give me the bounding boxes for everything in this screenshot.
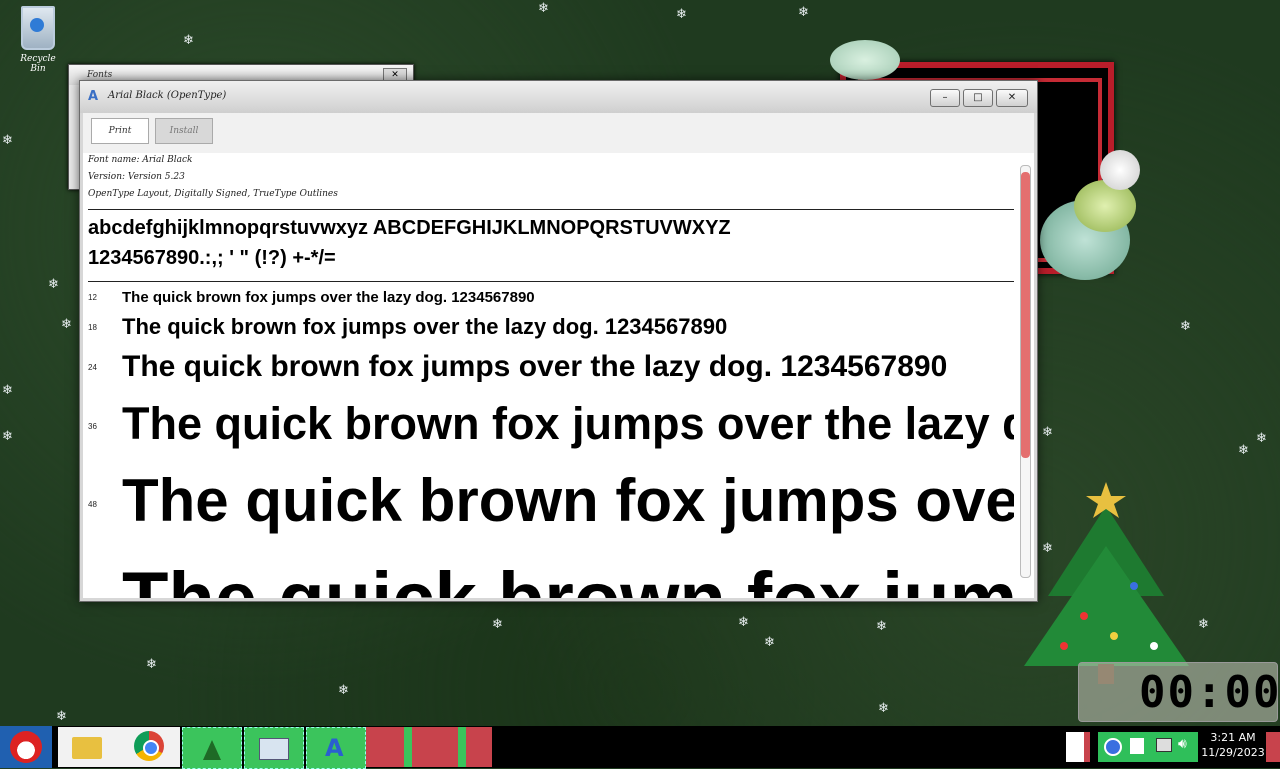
install-button[interactable]: Install xyxy=(155,118,213,144)
snowflake: ❄ xyxy=(56,709,67,724)
sample-text: The quick brown fox jumps over the lazy … xyxy=(122,398,1014,449)
font-viewer-window[interactable]: A Arial Black (OpenType) – □ ✕ Print Ins… xyxy=(79,80,1038,602)
snowflake: ❄ xyxy=(1042,425,1053,440)
taskbar-tree-button[interactable] xyxy=(182,727,242,769)
clock-time: 3:21 AM xyxy=(1210,731,1256,744)
sample-size-label: 12 xyxy=(88,293,97,303)
keyboard-icon xyxy=(259,738,289,760)
volume-icon[interactable]: 🔊︎ xyxy=(1178,736,1187,752)
sample-text: The quick brown fox jumps over the lazy … xyxy=(122,467,1014,534)
vertical-scrollbar[interactable] xyxy=(1020,165,1031,578)
taskbar-slot[interactable] xyxy=(466,727,492,767)
recycle-bin-icon[interactable]: Recycle Bin xyxy=(12,6,64,74)
print-button[interactable]: Print xyxy=(91,118,149,144)
snowflake: ❄ xyxy=(764,635,775,650)
sample-text: The quick brown fox jumps over the lazy … xyxy=(122,557,1014,598)
folder-icon xyxy=(72,737,102,759)
sample-row: 36 The quick brown fox jumps over the laz… xyxy=(83,391,1014,457)
snowflake: ❄ xyxy=(338,683,349,698)
snowflake: ❄ xyxy=(1256,431,1267,446)
divider xyxy=(88,209,1014,210)
taskbar-slot[interactable] xyxy=(366,727,404,767)
scrollbar-thumb[interactable] xyxy=(1021,172,1030,458)
monitor-icon[interactable] xyxy=(1156,738,1172,752)
font-type-line: OpenType Layout, Digitally Signed, TrueT… xyxy=(88,189,338,199)
santa-icon xyxy=(10,731,42,763)
snowflake: ❄ xyxy=(48,277,59,292)
sample-text: The quick brown fox jumps over the lazy … xyxy=(122,289,535,306)
sample-size-label: 60 xyxy=(83,550,122,598)
font-app-icon: A xyxy=(88,89,99,104)
taskbar-chrome-button[interactable] xyxy=(130,727,170,767)
sample-row: 48 The quick brown fox jumps over the laz… xyxy=(83,457,1014,545)
sample-size-label: 24 xyxy=(88,363,97,373)
sample-row: 60The quick brown fox jumps over the laz… xyxy=(83,545,1014,598)
window-title: Arial Black (OpenType) xyxy=(108,90,227,101)
clock-date: 11/29/2023 xyxy=(1201,746,1265,759)
sample-size-label: 36 xyxy=(88,422,97,432)
network-icon[interactable] xyxy=(1104,738,1122,756)
sample-size-label: 48 xyxy=(88,500,97,510)
snowflake: ❄ xyxy=(2,429,13,444)
sample-row: 12 The quick brown fox jumps over the laz… xyxy=(83,287,1014,309)
start-button[interactable] xyxy=(0,726,52,768)
clock[interactable]: 3:21 AM 11/29/2023 xyxy=(1200,730,1266,760)
minimize-button[interactable]: – xyxy=(930,89,960,107)
snowflake: ❄ xyxy=(798,5,809,20)
snowflake: ❄ xyxy=(2,383,13,398)
taskbar-separator xyxy=(458,727,466,767)
taskbar-slot[interactable] xyxy=(412,727,458,767)
show-desktop-button[interactable] xyxy=(1266,732,1280,762)
close-button[interactable]: ✕ xyxy=(996,89,1028,107)
snowflake: ❄ xyxy=(738,615,749,630)
snowflake: ❄ xyxy=(878,701,889,716)
system-tray: 🔊︎ xyxy=(1098,732,1198,762)
recycle-bin-label: Recycle Bin xyxy=(20,54,56,74)
sample-text: The quick brown fox jumps over the lazy … xyxy=(122,314,728,339)
font-icon: A xyxy=(325,734,344,762)
font-name-line: Font name: Arial Black xyxy=(88,155,193,165)
snowflake: ❄ xyxy=(676,7,687,22)
divider xyxy=(88,281,1014,282)
timer-gadget[interactable]: 00:00 xyxy=(1078,662,1280,722)
flag-icon[interactable] xyxy=(1130,738,1144,754)
snowflake: ❄ xyxy=(2,133,13,148)
charset-letters: abcdefghijklmnopqrstuvwxyz ABCDEFGHIJKLM… xyxy=(88,217,731,239)
chrome-icon xyxy=(134,731,164,761)
taskbar-keyboard-button[interactable] xyxy=(244,727,304,769)
title-bar[interactable]: A Arial Black (OpenType) – □ ✕ xyxy=(80,81,1037,113)
show-hidden-icons-button[interactable] xyxy=(1066,732,1090,762)
toolbar: Print Install xyxy=(83,113,1034,154)
snowflake: ❄ xyxy=(492,617,503,632)
flower-decoration xyxy=(830,40,900,80)
snowflake: ❄ xyxy=(538,1,549,16)
sample-row: 18 The quick brown fox jumps over the laz… xyxy=(83,311,1014,343)
snowflake: ❄ xyxy=(1238,443,1249,458)
tree-icon xyxy=(203,740,221,760)
taskbar: A 🔊︎ 3:21 AM 11/29/2023 xyxy=(0,726,1280,769)
maximize-button[interactable]: □ xyxy=(963,89,993,107)
snowflake: ❄ xyxy=(146,657,157,672)
taskbar-separator xyxy=(404,727,412,767)
font-version-line: Version: Version 5.23 xyxy=(88,172,185,182)
trash-icon xyxy=(21,6,55,50)
timer-display: 00:00 xyxy=(1139,667,1280,718)
snowflake: ❄ xyxy=(61,317,72,332)
font-preview-area: Font name: Arial Black Version: Version … xyxy=(83,153,1034,598)
charset-digits: 1234567890.:,; ' " (!?) +-*/= xyxy=(88,247,336,269)
sample-text: The quick brown fox jumps over the lazy … xyxy=(122,350,948,383)
taskbar-font-viewer-button[interactable]: A xyxy=(306,727,366,769)
snowflake: ❄ xyxy=(876,619,887,634)
sample-row: 24 The quick brown fox jumps over the laz… xyxy=(83,345,1014,389)
snowflake: ❄ xyxy=(1180,319,1191,334)
sample-size-label: 18 xyxy=(88,323,97,333)
flower-decoration xyxy=(1100,150,1140,190)
snowflake: ❄ xyxy=(183,33,194,48)
